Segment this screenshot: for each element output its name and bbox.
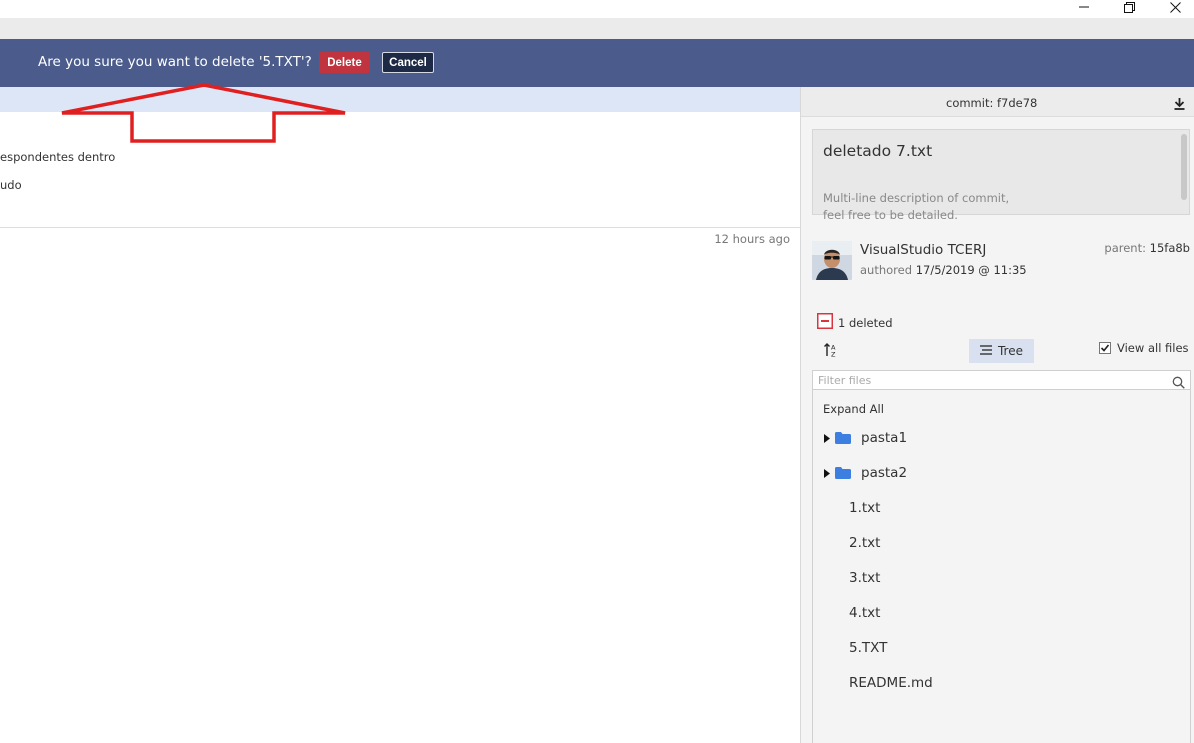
app-window: Are you sure you want to delete '5.TXT'?… — [0, 0, 1194, 743]
message-scrollbar[interactable] — [1181, 134, 1187, 200]
authored-date: 17/5/2019 @ 11:35 — [915, 263, 1027, 277]
filter-files-input[interactable] — [818, 373, 1158, 388]
file-label: 1.txt — [849, 500, 881, 516]
commit-title: deletado 7.txt — [823, 142, 933, 160]
folder-icon — [835, 432, 851, 444]
restore-icon — [1123, 1, 1135, 13]
file-label: 3.txt — [849, 570, 881, 586]
window-titlebar — [0, 0, 1194, 39]
folder-icon — [835, 467, 851, 479]
commit-time-ago: 12 hours ago — [714, 232, 790, 246]
avatar — [812, 241, 852, 280]
filter-box — [812, 370, 1191, 390]
tree-folder-pasta1[interactable]: pasta1 — [813, 427, 1183, 449]
authored-label: authored — [860, 263, 913, 277]
check-icon — [1100, 344, 1110, 352]
restore-button[interactable] — [1106, 0, 1152, 14]
tree-file[interactable]: 4.txt — [813, 602, 1183, 624]
delete-button[interactable]: Delete — [319, 52, 370, 73]
file-label: 2.txt — [849, 535, 881, 551]
confirm-message: Are you sure you want to delete '5.TXT'? — [38, 54, 312, 70]
history-text-line: espondentes dentro — [0, 150, 116, 164]
close-button[interactable] — [1152, 0, 1194, 14]
history-text-line: udo — [0, 178, 22, 192]
tree-file[interactable]: README.md — [813, 672, 1183, 694]
deleted-file-icon — [817, 313, 833, 333]
commit-sha: commit: f7de78 — [946, 96, 1038, 110]
file-label: 5.TXT — [849, 640, 888, 656]
caret-right-icon[interactable] — [824, 433, 830, 443]
cancel-button[interactable]: Cancel — [382, 52, 434, 73]
view-all-checkbox[interactable] — [1099, 342, 1111, 354]
commit-description-line: feel free to be detailed. — [823, 208, 958, 222]
tree-file[interactable]: 3.txt — [813, 567, 1183, 589]
titlebar-strip — [0, 18, 1194, 39]
folder-label: pasta2 — [861, 465, 908, 481]
expand-all-link[interactable]: Expand All — [823, 402, 884, 416]
delete-confirm-banner: Are you sure you want to delete '5.TXT'? — [0, 39, 1194, 87]
history-pane: espondentes dentro udo 12 hours ago — [0, 87, 800, 743]
tree-view-label: Tree — [997, 344, 1023, 358]
history-divider — [0, 227, 800, 228]
caret-right-icon[interactable] — [824, 468, 830, 478]
commit-description-line: Multi-line description of commit, — [823, 191, 1010, 205]
tree-file[interactable]: 2.txt — [813, 532, 1183, 554]
parent-hash[interactable]: 15fa8b — [1150, 241, 1190, 255]
parent-label: parent: — [1104, 241, 1146, 255]
view-all-label: View all files — [1117, 341, 1189, 355]
folder-label: pasta1 — [861, 430, 908, 446]
view-all-files-toggle[interactable]: View all files — [1099, 341, 1189, 355]
file-tree: Expand All pasta1 pasta2 1.txt 2.txt 3.t… — [812, 390, 1191, 743]
commit-description: Multi-line description of commit, feel f… — [823, 190, 1009, 224]
commit-message-box[interactable]: deletado 7.txt Multi-line description of… — [812, 129, 1190, 222]
tree-folder-pasta2[interactable]: pasta2 — [813, 462, 1183, 484]
commit-header: commit: f7de78 — [801, 87, 1194, 117]
change-summary: 1 deleted — [817, 313, 893, 333]
svg-text:Z: Z — [831, 351, 836, 359]
author-name: VisualStudio TCERJ — [860, 242, 987, 258]
close-icon — [1169, 1, 1181, 13]
commit-details-pane: commit: f7de78 deletado 7.txt Multi-line… — [800, 87, 1194, 743]
authored-info: authored 17/5/2019 @ 11:35 — [860, 263, 1027, 277]
tree-file[interactable]: 5.TXT — [813, 637, 1183, 659]
tree-view-button[interactable]: Tree — [969, 339, 1034, 363]
selected-commit-row[interactable] — [0, 87, 800, 112]
file-label: 4.txt — [849, 605, 881, 621]
parent-info: parent: 15fa8b — [1104, 241, 1190, 255]
file-label: README.md — [849, 675, 933, 691]
download-icon[interactable] — [1173, 95, 1186, 114]
deleted-count: 1 deleted — [838, 316, 893, 330]
minimize-icon — [1079, 6, 1089, 8]
minimize-button[interactable] — [1061, 0, 1107, 14]
list-icon — [979, 344, 992, 358]
sort-icon[interactable]: A Z — [823, 342, 839, 362]
tree-file[interactable]: 1.txt — [813, 497, 1183, 519]
